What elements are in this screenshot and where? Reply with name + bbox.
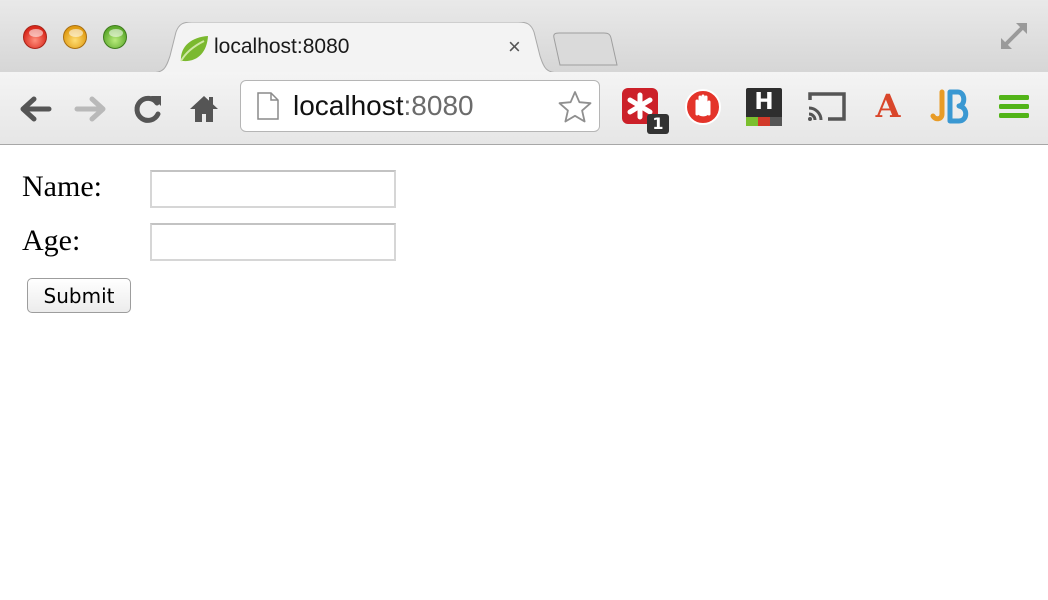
title-bar: localhost:8080 ×	[0, 0, 1048, 73]
url-text[interactable]: localhost:8080	[293, 90, 474, 122]
age-input[interactable]	[150, 223, 396, 261]
window-close-button[interactable]	[23, 25, 47, 49]
lastpass-icon[interactable]: 1	[621, 86, 669, 134]
a-extension-letter: A	[875, 87, 901, 125]
menu-icon[interactable]	[996, 86, 1038, 128]
new-tab-button[interactable]	[552, 32, 618, 66]
submit-button[interactable]: Submit	[27, 278, 131, 313]
address-bar[interactable]: localhost:8080	[240, 80, 600, 132]
name-input[interactable]	[150, 170, 396, 208]
h-extension-letter: H	[754, 89, 774, 115]
name-label: Name:	[22, 170, 102, 203]
cast-icon[interactable]	[806, 86, 848, 128]
page-icon	[257, 92, 279, 120]
forward-arrow-icon[interactable]	[73, 91, 109, 127]
h-extension-icon[interactable]: H	[745, 86, 787, 128]
adblock-hand-icon[interactable]	[684, 86, 726, 128]
spring-leaf-icon	[178, 34, 210, 64]
lastpass-badge: 1	[652, 114, 664, 133]
back-arrow-icon[interactable]	[17, 91, 53, 127]
tab-title: localhost:8080	[214, 35, 350, 58]
jetbrains-icon[interactable]	[930, 86, 972, 128]
tab-close-icon[interactable]: ×	[508, 34, 521, 60]
browser-tab-active[interactable]: localhost:8080 ×	[150, 22, 560, 73]
age-label: Age:	[22, 224, 81, 257]
a-extension-icon[interactable]: A	[868, 86, 910, 128]
home-icon[interactable]	[186, 91, 222, 127]
fullscreen-icon[interactable]	[998, 20, 1030, 52]
bookmark-star-icon[interactable]	[557, 89, 593, 125]
reload-icon[interactable]	[130, 91, 166, 127]
url-port: :8080	[403, 90, 474, 121]
url-host: localhost	[293, 90, 404, 121]
window-minimize-button[interactable]	[63, 25, 87, 49]
window-maximize-button[interactable]	[103, 25, 127, 49]
browser-toolbar: localhost:8080 1 H A	[0, 72, 1048, 145]
page-content: Name: Age: Submit	[0, 145, 1048, 600]
